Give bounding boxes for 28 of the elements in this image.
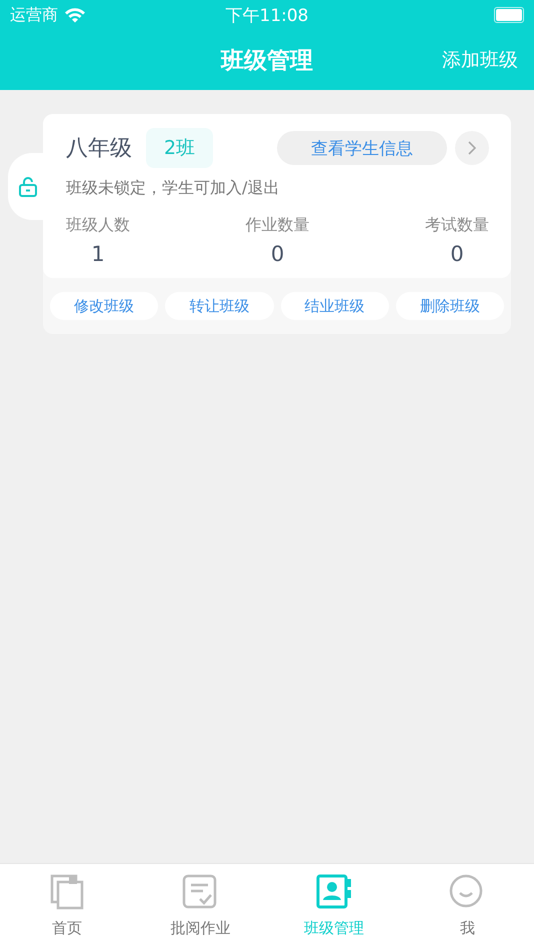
status-time: 下午11:08 [224,4,310,26]
tab-item[interactable]: 班级管理 [267,864,400,950]
stat-label: 考试数量 [425,215,489,236]
class-tag: 2班 [146,128,214,168]
stat-value: 1 [91,242,105,266]
carrier-name: 运营商 [10,4,58,26]
add-class-button[interactable]: 添加班级 [442,47,518,73]
grade-label: 八年级 [66,135,132,163]
chevron-icon [468,141,476,155]
class-action-button[interactable]: 修改班级 [50,292,158,320]
stat-label: 班级人数 [66,215,130,236]
contact-card-icon [314,873,353,911]
checklist-icon [181,873,220,911]
tab-item[interactable]: 我 [400,864,534,950]
tab-item[interactable]: 批阅作业 [134,864,267,950]
battery-icon [494,7,524,23]
student-info-button[interactable]: 查看学生信息 [277,131,447,165]
tab-item[interactable]: 首页 [0,864,134,950]
class-action-button[interactable]: 结业班级 [280,292,389,320]
lock-note: 班级未锁定，学生可加入/退出 [66,178,280,199]
page-title: 班级管理 [221,46,313,76]
wifi-icon [64,7,86,23]
stat-label: 作业数量 [246,215,310,236]
stat-value: 0 [270,242,284,266]
class-action-button[interactable]: 转让班级 [165,292,274,320]
next-button[interactable] [455,131,489,165]
class-action-button[interactable]: 删除班级 [396,292,504,320]
stat-value: 0 [450,242,464,266]
